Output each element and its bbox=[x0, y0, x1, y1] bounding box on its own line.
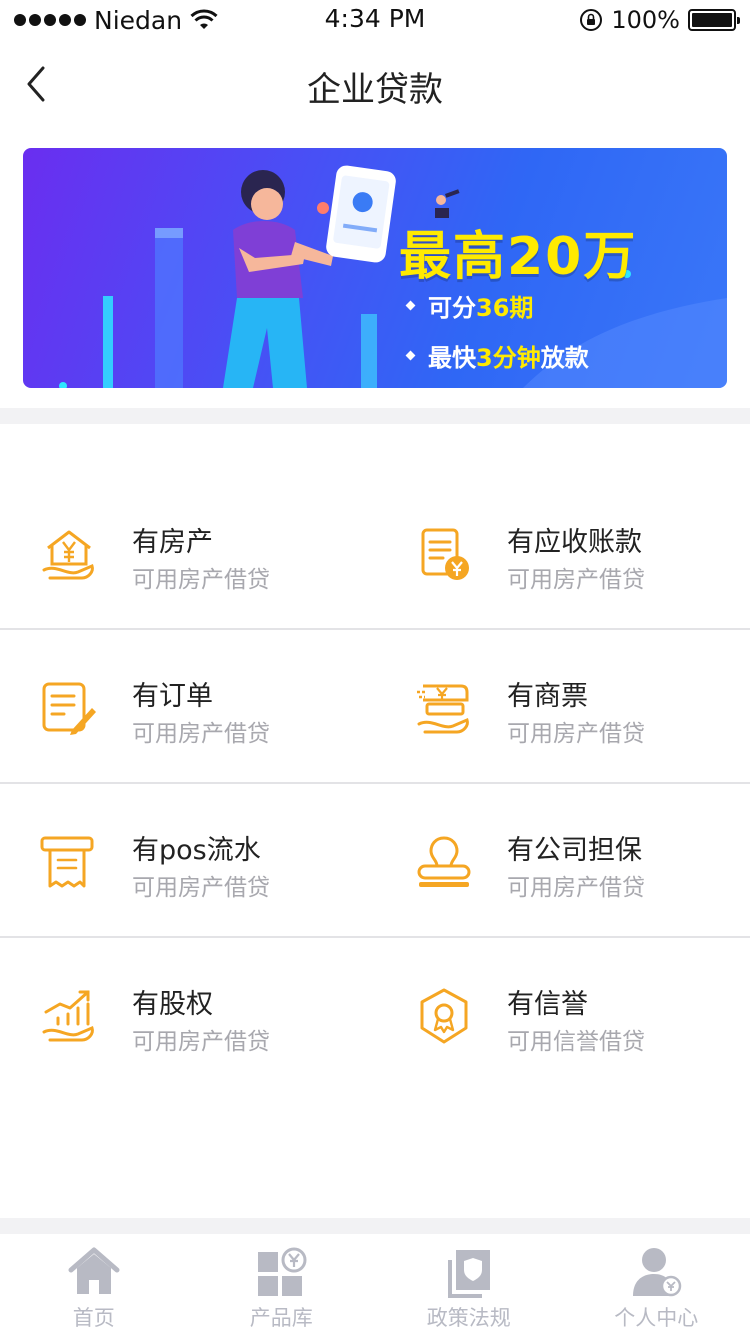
loan-type-equity[interactable]: 有股权 可用房产借贷 bbox=[0, 938, 375, 1090]
user-icon bbox=[633, 1248, 682, 1297]
product-grid-icon bbox=[258, 1247, 307, 1296]
bullet-text: 放款 bbox=[540, 344, 589, 372]
diamond-bullet-icon bbox=[405, 300, 416, 311]
loan-type-subtitle: 可用信誉借贷 bbox=[507, 1029, 645, 1055]
battery-percent: 100% bbox=[611, 6, 680, 34]
receivable-doc-icon bbox=[421, 528, 469, 580]
section-divider bbox=[0, 408, 750, 424]
pos-receipt-icon bbox=[40, 836, 94, 888]
loan-type-title: 有房产 bbox=[132, 527, 213, 558]
loan-type-subtitle: 可用房产借贷 bbox=[132, 1029, 270, 1055]
grid-row: 有房产 可用房产借贷 有应收账款 可用房产借贷 bbox=[0, 476, 750, 630]
loan-type-company-guarantee[interactable]: 有公司担保 可用房产借贷 bbox=[375, 784, 750, 936]
loan-type-property[interactable]: 有房产 可用房产借贷 bbox=[0, 476, 375, 628]
loan-type-grid: 有房产 可用房产借贷 有应收账款 可用房产借贷 有订单 可用房产借贷 有商票 可… bbox=[0, 476, 750, 1092]
grid-row: 有订单 可用房产借贷 有商票 可用房产借贷 bbox=[0, 630, 750, 784]
banner-headline: 最高20万 bbox=[399, 227, 638, 287]
loan-type-title: 有pos流水 bbox=[132, 835, 261, 866]
diamond-bullet-icon bbox=[405, 350, 416, 361]
tab-profile[interactable]: 个人中心 bbox=[563, 1234, 750, 1334]
grid-row: 有股权 可用房产借贷 有信誉 可用信誉借贷 bbox=[0, 938, 750, 1092]
policy-shield-icon bbox=[447, 1250, 490, 1298]
tab-products[interactable]: 产品库 bbox=[188, 1234, 376, 1334]
status-bar: Niedan 4:34 PM 100% bbox=[0, 0, 750, 40]
loan-type-pos[interactable]: 有pos流水 可用房产借贷 bbox=[0, 784, 375, 936]
company-seal-icon bbox=[417, 836, 471, 887]
tab-label: 个人中心 bbox=[614, 1306, 699, 1330]
loan-type-subtitle: 可用房产借贷 bbox=[507, 567, 645, 593]
loan-type-order[interactable]: 有订单 可用房产借贷 bbox=[0, 630, 375, 782]
loan-type-receivables[interactable]: 有应收账款 可用房产借贷 bbox=[375, 476, 750, 628]
battery-icon bbox=[688, 9, 740, 31]
order-edit-icon bbox=[42, 682, 96, 735]
promo-banner[interactable]: 最高20万 可分 36期 最快 3分钟 放款 bbox=[23, 148, 727, 388]
home-icon bbox=[68, 1247, 120, 1294]
house-yuan-icon bbox=[42, 530, 94, 580]
tab-label: 首页 bbox=[72, 1306, 115, 1330]
loan-type-credit[interactable]: 有信誉 可用信誉借贷 bbox=[375, 938, 750, 1090]
loan-type-subtitle: 可用房产借贷 bbox=[132, 721, 270, 747]
tab-label: 产品库 bbox=[249, 1306, 313, 1330]
bullet-text: 最快 bbox=[428, 344, 476, 372]
bullet-highlight: 36期 bbox=[476, 294, 534, 322]
grid-row: 有pos流水 可用房产借贷 有公司担保 可用房产借贷 bbox=[0, 784, 750, 938]
bullet-highlight: 3分钟 bbox=[476, 344, 541, 372]
commercial-bill-icon bbox=[417, 684, 469, 734]
banner-bullet-fast-payout: 最快 3分钟 放款 bbox=[405, 338, 589, 373]
loan-type-subtitle: 可用房产借贷 bbox=[132, 567, 270, 593]
loan-type-subtitle: 可用房产借贷 bbox=[507, 875, 645, 901]
banner-bullet-installments: 可分 36期 bbox=[405, 288, 534, 323]
loan-type-title: 有订单 bbox=[132, 681, 213, 712]
loan-type-title: 有信誉 bbox=[507, 989, 588, 1020]
section-divider bbox=[0, 1218, 750, 1234]
battery-info: 100% bbox=[579, 4, 740, 36]
loan-type-title: 有股权 bbox=[132, 989, 213, 1020]
navigation-bar: 企业贷款 bbox=[0, 40, 750, 128]
tab-policies[interactable]: 政策法规 bbox=[375, 1234, 563, 1334]
equity-growth-icon bbox=[42, 990, 94, 1042]
tab-home[interactable]: 首页 bbox=[0, 1234, 188, 1334]
loan-type-title: 有应收账款 bbox=[507, 527, 642, 558]
tab-label: 政策法规 bbox=[426, 1306, 511, 1330]
bullet-text: 可分 bbox=[428, 294, 476, 322]
loan-type-subtitle: 可用房产借贷 bbox=[132, 875, 270, 901]
loan-type-subtitle: 可用房产借贷 bbox=[507, 721, 645, 747]
loan-type-commercial-bill[interactable]: 有商票 可用房产借贷 bbox=[375, 630, 750, 782]
rotation-lock-icon bbox=[580, 9, 603, 31]
loan-type-title: 有公司担保 bbox=[507, 835, 642, 866]
page-title: 企业贷款 bbox=[307, 70, 443, 110]
tab-bar: 首页 产品库 政策法规 个人中心 bbox=[0, 1234, 750, 1334]
credit-badge-icon bbox=[420, 988, 468, 1044]
loan-type-title: 有商票 bbox=[507, 681, 588, 712]
